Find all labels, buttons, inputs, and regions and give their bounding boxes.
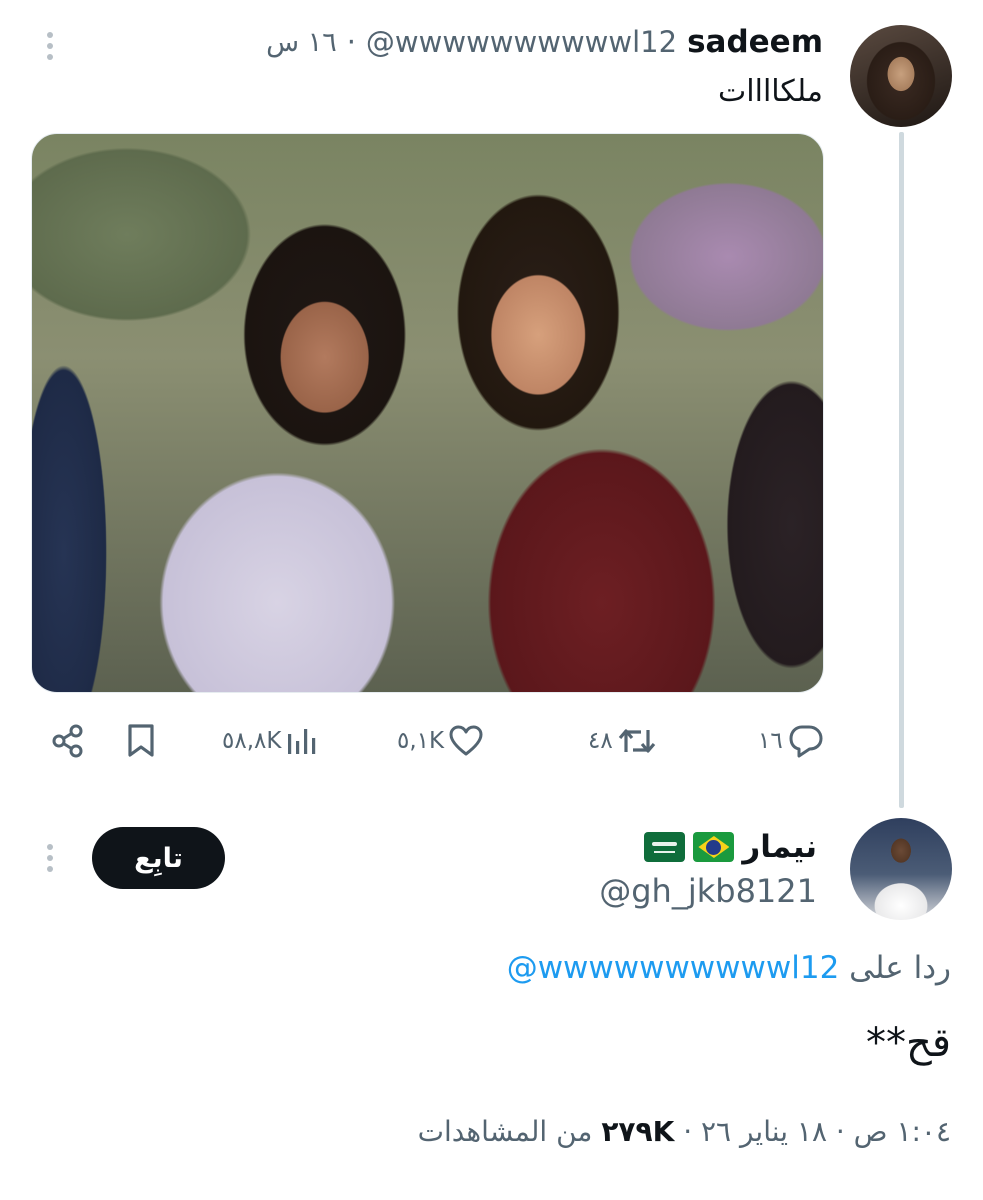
views-count: ٥٨,٨K <box>222 728 282 754</box>
reply-views-label: من المشاهدات <box>417 1115 593 1148</box>
retweet-button[interactable]: ٤٨ <box>588 718 657 764</box>
reply-tweet-text: قح** <box>866 1020 951 1066</box>
parent-tweet-header: sadeem @wwwwwwwwwwl12 · ١٦ س <box>266 22 823 62</box>
share-button[interactable] <box>50 718 86 764</box>
like-button[interactable]: ٥,١K <box>397 718 484 764</box>
brazil-flag-icon <box>693 832 735 862</box>
reply-meta-line: ١:٠٤ ص · ١٨ يناير ٢٦ · ٢٧٩K من المشاهدات <box>418 1115 951 1148</box>
views-icon <box>288 729 316 754</box>
follow-button[interactable]: تابِع <box>92 827 225 889</box>
parent-action-bar: ٥٨,٨K ٥,١K ٤٨ ١٦ <box>0 718 983 768</box>
avatar-neymar[interactable] <box>850 818 952 920</box>
thread-connector-line <box>899 132 904 808</box>
more-dots-icon[interactable] <box>40 838 60 878</box>
separator-dot: · <box>346 25 356 59</box>
replies-count: ١٦ <box>758 728 783 754</box>
bookmark-icon <box>128 724 154 757</box>
retweets-count: ٤٨ <box>588 728 613 754</box>
replying-to-mention-link[interactable]: @wwwwwwwwwwl12 <box>507 950 840 986</box>
saudi-flag-icon <box>644 832 686 862</box>
reply-timestamp[interactable]: ١:٠٤ ص · ١٨ يناير ٢٦ · <box>683 1115 951 1148</box>
views-button[interactable]: ٥٨,٨K <box>222 718 319 764</box>
reply-tweet-header: نيمار <box>644 826 817 868</box>
replying-to-line: ردا على @wwwwwwwwwwl12 <box>507 950 951 986</box>
replying-to-label: ردا على <box>849 950 951 986</box>
reply-handle[interactable]: @gh_jkb8121 <box>599 872 817 910</box>
tweet-photo[interactable] <box>31 133 824 693</box>
parent-display-name[interactable]: sadeem <box>687 24 823 60</box>
reply-button[interactable]: ١٦ <box>758 718 825 764</box>
avatar-sadeem[interactable] <box>850 25 952 127</box>
reply-views-count: ٢٧٩K <box>601 1115 675 1148</box>
parent-tweet-text: ملكاااات <box>718 74 823 109</box>
parent-handle[interactable]: @wwwwwwwwwwl12 <box>366 25 677 59</box>
tweet-thread-page: sadeem @wwwwwwwwwwl12 · ١٦ س ملكاااات ٥٨… <box>0 0 983 1200</box>
parent-time[interactable]: ١٦ س <box>266 27 337 58</box>
share-icon <box>52 724 83 758</box>
reply-icon <box>789 725 823 758</box>
heart-icon <box>449 725 483 756</box>
more-dots-icon[interactable] <box>40 26 60 66</box>
retweet-icon <box>618 729 655 753</box>
likes-count: ٥,١K <box>397 728 445 754</box>
bookmark-button[interactable] <box>126 718 156 764</box>
reply-display-name[interactable]: نيمار <box>742 829 817 865</box>
